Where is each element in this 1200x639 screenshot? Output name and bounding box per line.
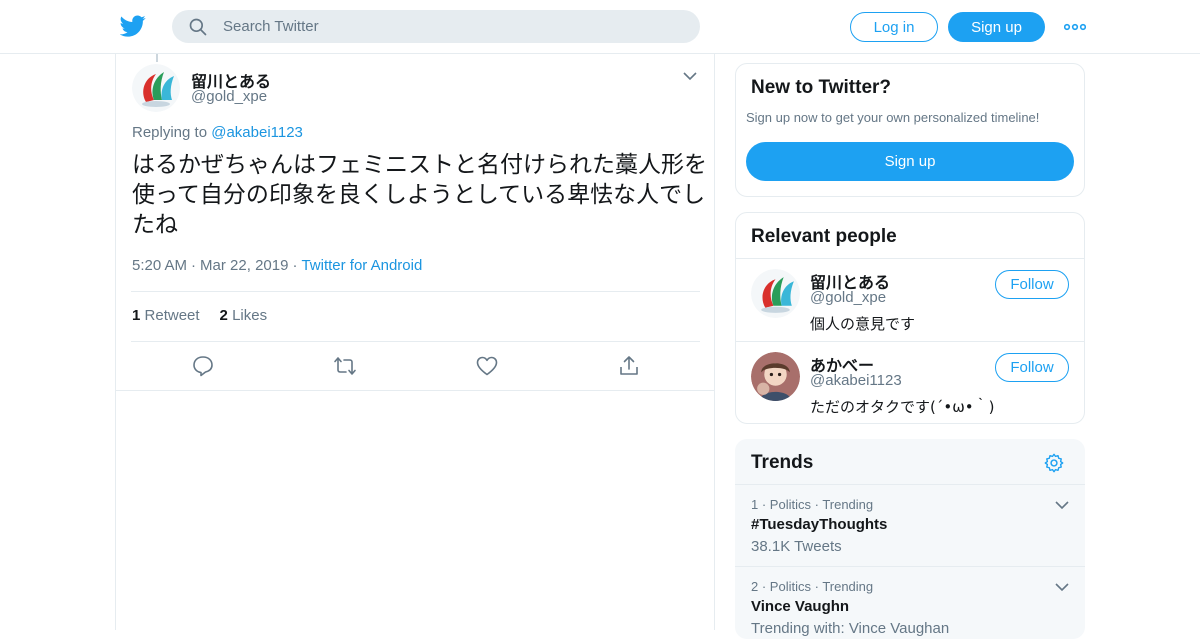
person-handle[interactable]: @gold_xpe [810,289,886,306]
divider [131,291,700,292]
trend-category: Politics [769,497,811,512]
tweet-date[interactable]: Mar 22, 2019 [200,257,288,274]
new-to-twitter-title: New to Twitter? [751,77,892,98]
trend-context: 1 · Politics · Trending [751,497,874,512]
person-item[interactable]: 留川とある @gold_xpe 個人の意見です Follow [736,259,1084,341]
trend-count: 38.1K Tweets [751,538,842,555]
like-heart-icon[interactable] [475,354,499,378]
trend-status: Trending [822,497,874,512]
main-column: 留川とある @gold_xpe Replying to @akabei1123 … [115,54,715,630]
tweet-actions [116,354,714,380]
person-bio: 個人の意見です [810,315,916,333]
like-count: 2 [219,307,228,324]
trend-item[interactable]: 1 · Politics · Trending #TuesdayThoughts… [735,485,1085,567]
search-input[interactable] [223,18,683,35]
author-avatar[interactable] [132,64,180,112]
trend-status: Trending [822,579,874,594]
trend-count: Trending with: Vince Vaughan [751,620,950,637]
chevron-down-icon[interactable] [1054,579,1070,595]
search-bar[interactable] [172,10,700,43]
trends-card: Trends 1 · Politics · Trending #TuesdayT… [735,439,1085,639]
person-avatar[interactable] [751,352,800,401]
follow-button[interactable]: Follow [995,270,1069,299]
like-stat[interactable]: 2 Likes [220,307,268,324]
tweet-metadata: 5:20 AM · Mar 22, 2019 · Twitter for Android [132,257,423,274]
new-to-twitter-card: New to Twitter? Sign up now to get your … [735,63,1085,197]
relevant-people-title: Relevant people [751,226,897,247]
retweet-icon[interactable] [333,354,357,378]
sidebar-signup-button[interactable]: Sign up [746,142,1074,181]
person-bio: ただのオタクです(´•ω•｀) [810,398,995,416]
retweet-stat[interactable]: 1 Retweet [132,307,200,324]
tweet-stats: 1 Retweet 2 Likes [132,307,267,324]
follow-button[interactable]: Follow [995,353,1069,382]
chevron-down-icon[interactable] [1054,497,1070,513]
chevron-down-icon[interactable] [682,68,698,84]
divider [131,341,700,342]
trend-name[interactable]: #TuesdayThoughts [751,516,887,533]
thread-connector-line [156,54,158,62]
replying-prefix: Replying to [132,124,208,141]
tweet-time[interactable]: 5:20 AM [132,257,187,274]
more-dots-icon[interactable] [1064,17,1086,37]
person-handle[interactable]: @akabei1123 [810,372,902,389]
like-label: Likes [232,307,268,324]
signup-button[interactable]: Sign up [948,12,1045,42]
gear-icon[interactable] [1043,452,1065,474]
retweet-label: Retweet [144,307,200,324]
trend-rank: 1 [751,497,759,512]
trend-context: 2 · Politics · Trending [751,579,874,594]
author-handle[interactable]: @gold_xpe [191,88,267,105]
replying-to-line: Replying to @akabei1123 [132,124,303,141]
login-button[interactable]: Log in [850,12,938,42]
trend-item[interactable]: 2 · Politics · Trending Vince Vaughn Tre… [735,567,1085,639]
twitter-bird-icon[interactable] [120,13,146,39]
top-navigation-bar: Log in Sign up [0,0,1200,54]
person-avatar[interactable] [751,269,800,318]
tweet-source-link[interactable]: Twitter for Android [301,257,422,274]
reply-icon[interactable] [191,354,215,378]
share-icon[interactable] [617,354,641,378]
replying-to-link[interactable]: @akabei1123 [211,124,303,141]
retweet-count: 1 [132,307,141,324]
trend-category: Politics [769,579,811,594]
new-to-twitter-subtitle: Sign up now to get your own personalized… [746,110,1040,125]
relevant-people-card: Relevant people 留川とある @gold_xpe 個人の意見です … [735,212,1085,424]
trend-rank: 2 [751,579,759,594]
trends-title: Trends [751,452,814,473]
search-icon [189,18,207,35]
tweet-text: はるかぜちゃんはフェミニストと名付けられた藁人形を使って自分の印象を良くしようと… [132,152,707,238]
tweet: 留川とある @gold_xpe Replying to @akabei1123 … [116,54,714,391]
trend-name[interactable]: Vince Vaughn [751,598,849,615]
person-item[interactable]: あかべー @akabei1123 ただのオタクです(´•ω•｀) Follow [736,342,1084,423]
